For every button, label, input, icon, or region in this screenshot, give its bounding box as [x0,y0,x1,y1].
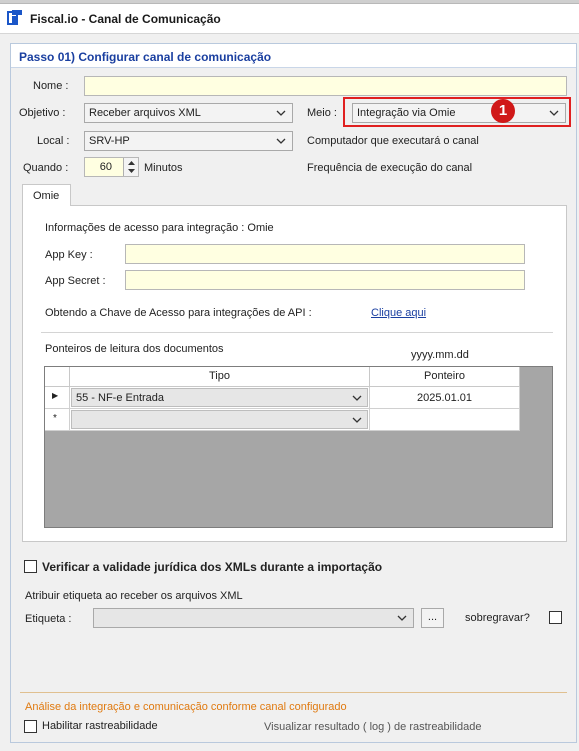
etiqueta-browse-button[interactable]: ... [421,608,444,628]
chevron-down-icon [276,138,286,144]
quando-hint: Frequência de execução do canal [307,162,473,174]
local-label: Local : [37,135,70,147]
trace-checkbox[interactable] [24,720,37,733]
chevron-down-icon [352,417,362,423]
table-row[interactable] [70,409,370,431]
new-row-icon: * [53,413,57,424]
row-selected-icon: ▶ [52,391,59,400]
analysis-title: Análise da integração e comunicação conf… [25,701,347,713]
overwrite-label: sobregravar? [465,612,530,624]
window-title: Fiscal.io - Canal de Comunicação [30,12,221,26]
quando-unit: Minutos [144,162,183,174]
omie-info-label: Informações de acesso para integração : … [45,222,274,234]
step-title: Passo 01) Configurar canal de comunicaçã… [19,50,272,64]
analysis-separator [20,692,567,693]
grid-header-tipo[interactable]: Tipo [70,367,370,387]
pointers-label: Ponteiros de leitura dos documentos [45,343,224,355]
app-logo-icon [7,10,22,25]
grid-header-ponteiro[interactable]: Ponteiro [370,367,520,387]
api-key-text: Obtendo a Chave de Acesso para integraçõ… [45,307,312,319]
meio-label: Meio : [307,107,337,119]
meio-value: Integração via Omie [357,107,456,119]
date-format-hint: yyyy.mm.dd [411,349,469,361]
objetivo-select[interactable]: Receber arquivos XML [84,103,293,123]
spin-down-icon[interactable] [127,168,136,174]
tab-omie-label: Omie [33,190,60,202]
meio-select[interactable]: Integração via Omie [352,103,566,123]
app-key-input[interactable] [125,244,525,264]
label-section-title: Atribuir etiqueta ao receber os arquivos… [25,590,243,602]
view-trace-link[interactable]: Visualizar resultado ( log ) de rastreab… [264,721,481,733]
tab-omie[interactable]: Omie [22,184,71,206]
overwrite-checkbox[interactable] [549,611,562,624]
chevron-down-icon [397,615,407,621]
grid-corner [45,367,70,387]
tab-join [23,204,70,207]
validate-checkbox[interactable] [24,560,37,573]
app-key-label: App Key : [45,249,93,261]
local-hint: Computador que executará o canal [307,135,479,147]
ponteiro-cell[interactable]: 2025.01.01 [370,387,520,409]
callout-badge: 1 [491,99,515,123]
app-secret-input[interactable] [125,270,525,290]
quando-stepper[interactable]: 60 [84,157,139,177]
separator [41,332,553,333]
row-indicator[interactable]: ▶ [45,387,70,409]
local-select[interactable]: SRV-HP [84,131,293,151]
etiqueta-select[interactable] [93,608,414,628]
objetivo-label: Objetivo : [19,107,66,119]
local-value: SRV-HP [89,135,130,147]
chevron-down-icon [276,110,286,116]
objetivo-value: Receber arquivos XML [89,107,201,119]
etiqueta-label: Etiqueta : [25,613,72,625]
validate-label: Verificar a validade jurídica dos XMLs d… [42,560,383,574]
tipo-value: 55 - NF-e Entrada [76,392,165,404]
quando-label: Quando : [23,162,69,174]
trace-label: Habilitar rastreabilidade [42,720,158,732]
api-key-link[interactable]: Clique aqui [371,307,426,319]
chevron-down-icon [549,110,559,116]
nome-input[interactable] [84,76,567,96]
quando-value: 60 [99,161,112,173]
ponteiro-cell[interactable] [370,409,520,431]
tipo-select[interactable] [71,410,368,429]
spin-up-icon[interactable] [127,160,136,166]
pointers-grid[interactable]: Tipo Ponteiro ▶ 55 - NF-e Entrada 2025.0… [44,366,553,528]
chevron-down-icon [352,395,362,401]
app-secret-label: App Secret : [45,275,106,287]
tipo-select[interactable]: 55 - NF-e Entrada [71,388,368,407]
row-indicator[interactable]: * [45,409,70,431]
nome-label: Nome : [33,80,69,92]
table-row[interactable]: 55 - NF-e Entrada [70,387,370,409]
quando-spin-buttons[interactable] [123,158,138,176]
